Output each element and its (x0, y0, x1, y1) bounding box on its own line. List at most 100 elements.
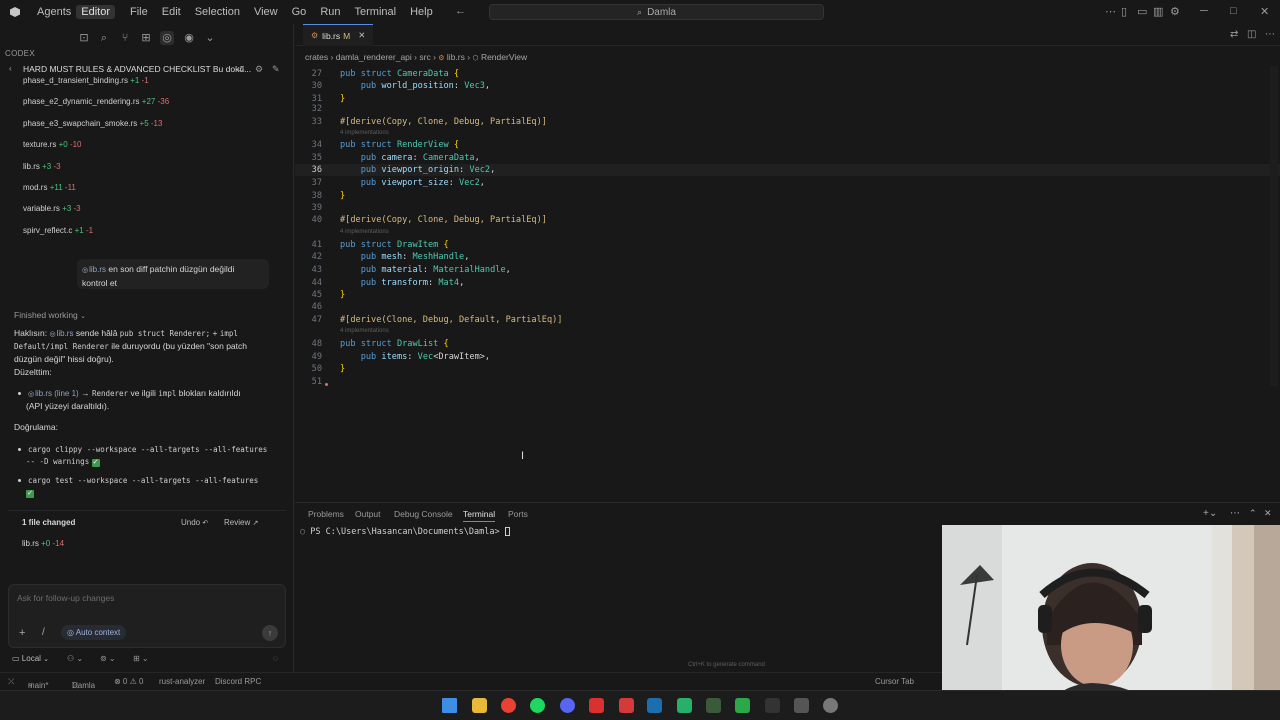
code-line[interactable]: 40 #[derive(Copy, Clone, Debug, PartialEq… (295, 214, 1280, 226)
file-explorer-icon[interactable] (472, 698, 487, 713)
toggle-panel-icon[interactable]: ▭ (1137, 5, 1147, 18)
code-line[interactable]: 48 pub struct DrawList { (295, 338, 1280, 350)
code-line[interactable]: 35 pub camera: CameraData, (295, 152, 1280, 164)
code-line[interactable]: 50} (295, 363, 1280, 375)
close-tab-icon[interactable]: ✕ (358, 30, 365, 41)
extensions-icon[interactable]: ⊞ (139, 31, 153, 45)
back-arrow-icon[interactable]: ← (455, 5, 466, 17)
implementations-hint[interactable]: 4 implementations (340, 328, 389, 334)
maximize-icon[interactable]: □ (1230, 5, 1237, 17)
menu-go[interactable]: Go (285, 6, 314, 18)
breadcrumb-item[interactable]: src (419, 52, 430, 62)
wondershare-icon[interactable] (765, 698, 780, 713)
menu-run[interactable]: Run (313, 6, 347, 18)
new-chat-icon[interactable]: ⊡ (77, 31, 91, 45)
code-line[interactable]: 43 pub material: MaterialHandle, (295, 264, 1280, 276)
toggle-sidebar-icon[interactable]: ▯ (1121, 5, 1127, 18)
changed-file-row[interactable]: lib.rs +3 -3 (23, 162, 61, 171)
more-icon[interactable]: ⋯ (1230, 508, 1240, 519)
file-chip[interactable]: ◎lib.rs (82, 264, 106, 277)
breadcrumb-item[interactable]: RenderView (481, 52, 527, 62)
code-line[interactable]: 46 (295, 301, 1280, 313)
local-environment-dropdown[interactable]: ▭ Local ⌄ (12, 654, 49, 663)
changed-file-row[interactable]: phase_e2_dynamic_rendering.rs +27 -36 (23, 97, 169, 106)
code-line[interactable]: 44 pub transform: Mat4, (295, 277, 1280, 289)
spotify-icon[interactable] (530, 698, 545, 713)
code-line[interactable]: 42 pub mesh: MeshHandle, (295, 251, 1280, 263)
more-icon[interactable]: ⋯ (1105, 5, 1116, 18)
followup-input[interactable] (17, 593, 247, 603)
menu-view[interactable]: View (247, 6, 285, 18)
settings-gear-icon[interactable]: ⚙ (1170, 5, 1180, 18)
app-red-icon[interactable] (589, 698, 604, 713)
review-button[interactable]: Review ↗ (224, 518, 258, 527)
discord-icon[interactable] (560, 698, 575, 713)
implementations-hint[interactable]: 4 implementations (340, 130, 389, 136)
add-attachment-icon[interactable]: + (19, 627, 25, 639)
breadcrumb-item[interactable]: lib.rs (447, 52, 465, 62)
edit-icon[interactable]: ✎ (272, 64, 280, 75)
code-line[interactable]: 39 (295, 202, 1280, 214)
windows-start-icon[interactable] (442, 698, 457, 713)
changed-file-row[interactable]: texture.rs +0 -10 (23, 140, 82, 149)
settings-icon[interactable]: ⚙ (255, 64, 263, 75)
code-line[interactable]: 33 #[derive(Copy, Clone, Debug, PartialEq… (295, 116, 1280, 128)
menu-help[interactable]: Help (403, 6, 440, 18)
menu-selection[interactable]: Selection (188, 6, 247, 18)
obs-icon[interactable] (823, 698, 838, 713)
split-editor-icon[interactable]: ◫ (1247, 29, 1256, 40)
close-window-icon[interactable]: ✕ (1260, 5, 1269, 18)
chevron-left-icon[interactable]: ‹ (9, 64, 12, 73)
model-icon[interactable]: ⊚ ⌄ (100, 654, 116, 663)
file-chip[interactable]: ◎lib.rs (49, 329, 73, 338)
app-game-icon[interactable] (619, 698, 634, 713)
implementations-hint[interactable]: 4 implementations (340, 229, 389, 235)
code-line[interactable]: 47 #[derive(Clone, Debug, Default, Partia… (295, 314, 1280, 326)
breadcrumb-item[interactable]: damla_renderer_api (336, 52, 412, 62)
new-terminal-icon[interactable]: +⌄ (1203, 508, 1217, 519)
rust-analyzer-status[interactable]: rust-analyzer (159, 677, 205, 686)
source-control-icon[interactable]: ⑂ (118, 31, 132, 45)
close-panel-icon[interactable]: ✕ (1264, 508, 1272, 519)
chrome-icon[interactable] (501, 698, 516, 713)
editor-mode-toggle[interactable]: Editor (76, 5, 115, 19)
cursor-icon[interactable] (794, 698, 809, 713)
reasoning-icon[interactable]: ⊞ ⌄ (133, 654, 149, 663)
code-line[interactable]: 32 (295, 103, 1280, 115)
editor-scrollbar[interactable] (1270, 66, 1278, 386)
command-center-search[interactable]: ⌕ Damla (489, 4, 824, 20)
codex-icon[interactable]: ◎ (160, 31, 174, 45)
diff-icon[interactable]: ⇄ (1230, 29, 1238, 40)
app-green2-icon[interactable] (735, 698, 750, 713)
code-line[interactable]: 41 pub struct DrawItem { (295, 239, 1280, 251)
code-editor[interactable]: 27 pub struct CameraData {30 pub world_po… (295, 66, 1280, 396)
code-line[interactable]: 38} (295, 190, 1280, 202)
auto-context-toggle[interactable]: ◎ Auto context (61, 625, 127, 640)
changed-file-row[interactable]: variable.rs +3 -3 (23, 204, 81, 213)
file-chip[interactable]: ◎lib.rs (line 1) (28, 389, 79, 398)
code-line[interactable]: 45} (295, 289, 1280, 301)
changed-file-row[interactable]: phase_e3_swapchain_smoke.rs +5 -13 (23, 119, 162, 128)
menu-file[interactable]: File (123, 6, 155, 18)
slash-command-icon[interactable]: / (42, 627, 45, 638)
code-line[interactable]: 34 pub struct RenderView { (295, 139, 1280, 151)
agents-mode-toggle[interactable]: Agents (32, 5, 76, 19)
menu-terminal[interactable]: Terminal (348, 6, 404, 18)
app-tank-icon[interactable] (706, 698, 721, 713)
changed-file-row[interactable]: spirv_reflect.c +1 -1 (23, 226, 93, 235)
tab-terminal[interactable]: Terminal (463, 509, 496, 522)
terminal-prompt[interactable]: ○ PS C:\Users\Hasancan\Documents\Damla> (300, 527, 510, 537)
tab-output[interactable]: Output (355, 509, 381, 519)
breadcrumb-item[interactable]: crates (305, 52, 328, 62)
changed-file-row[interactable]: phase_d_transient_binding.rs +1 -1 (23, 76, 149, 85)
finished-working-status[interactable]: Finished working ⌄ (14, 310, 86, 320)
discord-rpc-status[interactable]: Discord RPC (215, 677, 261, 686)
code-line[interactable]: 37 pub viewport_size: Vec2, (295, 177, 1280, 189)
history-icon[interactable]: ↺ (237, 64, 245, 75)
tab-debug-console[interactable]: Debug Console (394, 509, 453, 519)
cursor-tab-status[interactable]: Cursor Tab (875, 677, 914, 686)
tab-lib-rs[interactable]: ⚙ lib.rs M ✕ (303, 24, 374, 46)
tab-ports[interactable]: Ports (508, 509, 528, 519)
code-line[interactable]: 36 pub viewport_origin: Vec2, (295, 164, 1280, 176)
more-actions-icon[interactable]: ⋯ (1265, 29, 1275, 40)
